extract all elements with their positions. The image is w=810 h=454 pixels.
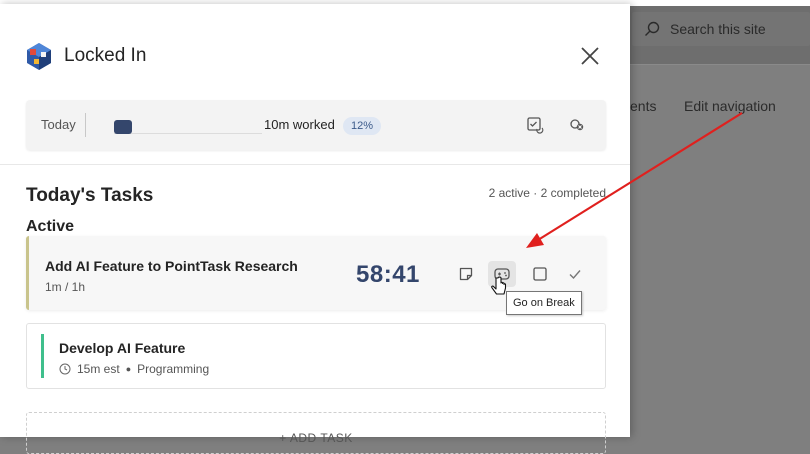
progress-fill bbox=[114, 120, 132, 134]
clear-icon bbox=[570, 119, 584, 131]
search-icon bbox=[645, 21, 660, 36]
edit-navigation-link[interactable]: Edit navigation bbox=[684, 98, 776, 114]
task-category: Programming bbox=[137, 362, 210, 376]
todays-tasks-heading: Today's Tasks bbox=[26, 185, 154, 206]
today-label: Today bbox=[41, 117, 76, 132]
task-name: Develop AI Feature bbox=[59, 340, 186, 356]
background-nav-area bbox=[630, 64, 810, 437]
add-task-label: + ADD TASK bbox=[279, 431, 353, 445]
task-estimate: 15m est bbox=[77, 362, 120, 376]
task-meta: 15m est ● Programming bbox=[59, 362, 209, 376]
background-search-placeholder: Search this site bbox=[670, 21, 766, 37]
clock-icon bbox=[59, 363, 71, 375]
progress-track-line bbox=[114, 133, 262, 134]
task-timer: 58:41 bbox=[356, 261, 420, 288]
task-counts: 2 active · 2 completed bbox=[488, 186, 606, 200]
task-name: Add AI Feature to PointTask Research bbox=[45, 258, 298, 274]
section-divider bbox=[0, 164, 630, 165]
today-separator bbox=[85, 113, 86, 137]
background-nav-item-partial[interactable]: ents bbox=[630, 98, 656, 114]
locked-in-panel: Locked In Today 10m worked 12% Today's T… bbox=[0, 4, 630, 454]
panel-title: Locked In bbox=[64, 45, 147, 66]
close-button[interactable] bbox=[578, 44, 602, 68]
today-summary-bar: Today 10m worked 12% bbox=[26, 100, 606, 150]
daily-progress-bar bbox=[114, 120, 264, 134]
progress-percent-badge: 12% bbox=[343, 117, 382, 135]
task-progress-meta: 1m / 1h bbox=[45, 280, 86, 294]
clear-day-button[interactable] bbox=[566, 114, 588, 136]
stop-task-button[interactable] bbox=[529, 263, 551, 285]
app-logo-icon bbox=[27, 43, 51, 70]
task-accent-bar bbox=[41, 334, 44, 378]
worked-time: 10m worked bbox=[264, 117, 335, 132]
stop-square-icon bbox=[533, 267, 547, 281]
meta-dot: ● bbox=[125, 364, 132, 374]
active-heading: Active bbox=[26, 218, 75, 235]
note-icon bbox=[459, 267, 473, 281]
add-note-button[interactable] bbox=[455, 263, 477, 285]
add-task-button[interactable]: + ADD TASK bbox=[26, 412, 606, 454]
sync-calendar-button[interactable] bbox=[524, 114, 546, 136]
complete-task-button[interactable] bbox=[564, 263, 586, 285]
checkmark-icon bbox=[569, 270, 581, 280]
background-divider bbox=[630, 64, 810, 65]
background-search-box[interactable]: Search this site bbox=[632, 12, 810, 46]
panel-header: Locked In bbox=[0, 4, 630, 84]
calendar-sync-icon bbox=[527, 117, 544, 134]
hand-cursor-icon bbox=[491, 276, 507, 295]
close-icon bbox=[581, 47, 599, 65]
task-card[interactable]: Develop AI Feature 15m est ● Programming bbox=[26, 323, 606, 389]
tooltip: Go on Break bbox=[506, 291, 582, 315]
